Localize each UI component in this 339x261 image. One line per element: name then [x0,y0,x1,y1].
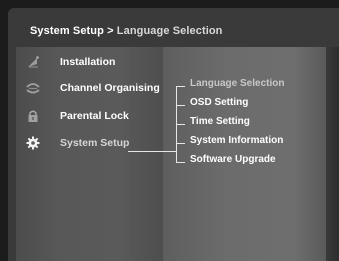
connector-line [128,151,176,152]
tree-branch-line [176,162,185,163]
menu-item-installation[interactable]: Installation [20,53,162,73]
header-bar: System Setup > Language Selection [8,14,339,46]
submenu-item-language-selection[interactable]: Language Selection [190,78,326,94]
tree-branch-line [176,143,185,144]
submenu-item-software-upgrade[interactable]: Software Upgrade [190,154,326,170]
submenu-item-system-information[interactable]: System Information [190,135,326,151]
tree-branch-line [176,86,185,87]
menu-item-label: Channel Organising [60,82,160,94]
breadcrumb-subtitle: Language Selection [116,25,223,37]
menu-item-label: Parental Lock [60,110,129,122]
menu-item-label: System Setup [60,137,130,149]
breadcrumb-title: System Setup [30,25,104,37]
channel-organise-icon [26,83,40,94]
menu-item-label: Installation [60,56,116,68]
breadcrumb: System Setup > Language Selection [30,25,223,37]
right-edge [326,47,339,261]
submenu-item-time-setting[interactable]: Time Setting [190,116,326,132]
menu-item-parental-lock[interactable]: Parental Lock [20,107,162,127]
satellite-dish-icon [28,56,39,68]
gear-icon [26,136,40,150]
menu-item-channel-organising[interactable]: Channel Organising [20,79,162,99]
tree-branch-line [176,124,185,125]
padlock-icon [28,110,38,122]
tree-branch-line [176,105,185,106]
breadcrumb-separator: > [107,25,114,37]
submenu-item-osd-setting[interactable]: OSD Setting [190,97,326,113]
